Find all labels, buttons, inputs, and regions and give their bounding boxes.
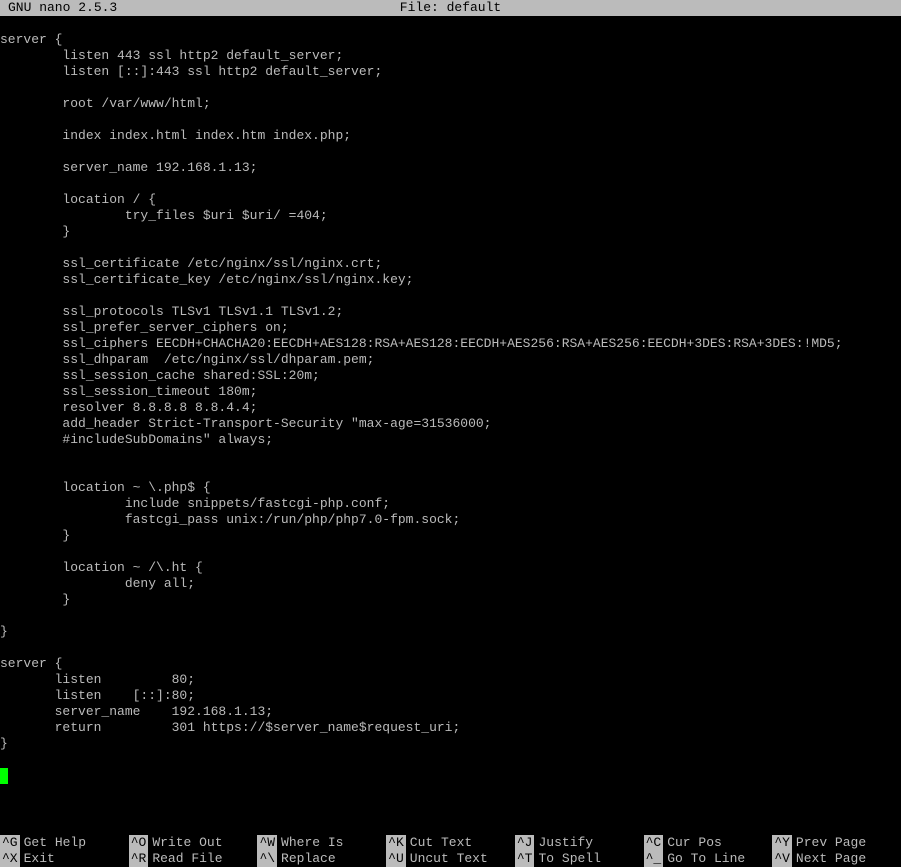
editor-line: server { <box>0 656 901 672</box>
cursor <box>0 768 8 784</box>
shortcut[interactable]: ^VNext Page <box>772 851 901 867</box>
shortcut[interactable]: ^_Go To Line <box>644 851 773 867</box>
editor-line: listen 443 ssl http2 default_server; <box>0 48 901 64</box>
shortcut[interactable]: ^JJustify <box>515 835 644 851</box>
editor-line: ssl_session_timeout 180m; <box>0 384 901 400</box>
editor-line: ssl_certificate /etc/nginx/ssl/nginx.crt… <box>0 256 901 272</box>
editor-line: #includeSubDomains" always; <box>0 432 901 448</box>
editor-line <box>0 608 901 624</box>
editor-line <box>0 112 901 128</box>
shortcut-key: ^_ <box>644 851 664 867</box>
editor-line: listen 80; <box>0 672 901 688</box>
app-name: GNU nano 2.5.3 <box>8 0 117 16</box>
shortcut[interactable]: ^CCur Pos <box>644 835 773 851</box>
editor-line: ssl_protocols TLSv1 TLSv1.1 TLSv1.2; <box>0 304 901 320</box>
editor-line <box>0 240 901 256</box>
shortcut-label: Exit <box>24 851 55 867</box>
shortcut-label: Uncut Text <box>410 851 488 867</box>
editor-line: return 301 https://$server_name$request_… <box>0 720 901 736</box>
footer: ^GGet Help^OWrite Out^WWhere Is^KCut Tex… <box>0 835 901 867</box>
shortcut-label: Justify <box>538 835 593 851</box>
shortcut-key: ^O <box>129 835 149 851</box>
editor-line <box>0 544 901 560</box>
titlebar: GNU nano 2.5.3 File: default <box>0 0 901 16</box>
shortcut-key: ^C <box>644 835 664 851</box>
editor-line: } <box>0 224 901 240</box>
shortcut[interactable]: ^YPrev Page <box>772 835 901 851</box>
shortcut-label: Get Help <box>24 835 86 851</box>
shortcut-label: Replace <box>281 851 336 867</box>
editor-line <box>0 144 901 160</box>
editor-line: location ~ \.php$ { <box>0 480 901 496</box>
shortcut[interactable]: ^XExit <box>0 851 129 867</box>
editor-line <box>0 448 901 464</box>
editor-line <box>0 640 901 656</box>
editor-line: location ~ /\.ht { <box>0 560 901 576</box>
shortcut-key: ^J <box>515 835 535 851</box>
shortcut-label: To Spell <box>538 851 600 867</box>
editor-line: add_header Strict-Transport-Security "ma… <box>0 416 901 432</box>
editor-line: root /var/www/html; <box>0 96 901 112</box>
editor-line <box>0 464 901 480</box>
editor-area[interactable]: server { listen 443 ssl http2 default_se… <box>0 16 901 835</box>
shortcut-key: ^G <box>0 835 20 851</box>
editor-line: } <box>0 736 901 752</box>
shortcut[interactable]: ^\Replace <box>257 851 386 867</box>
editor-line: ssl_ciphers EECDH+CHACHA20:EECDH+AES128:… <box>0 336 901 352</box>
shortcut[interactable]: ^OWrite Out <box>129 835 258 851</box>
editor-line: server_name 192.168.1.13; <box>0 704 901 720</box>
shortcut-label: Write Out <box>152 835 222 851</box>
editor-line: } <box>0 592 901 608</box>
editor-line: ssl_session_cache shared:SSL:20m; <box>0 368 901 384</box>
editor-line <box>0 80 901 96</box>
shortcut-label: Cut Text <box>410 835 472 851</box>
footer-row-2: ^XExit^RRead File^\Replace^UUncut Text^T… <box>0 851 901 867</box>
editor-line: location / { <box>0 192 901 208</box>
shortcut-label: Read File <box>152 851 222 867</box>
editor-line <box>0 752 901 768</box>
editor-line: resolver 8.8.8.8 8.8.4.4; <box>0 400 901 416</box>
editor-line: listen [::]:443 ssl http2 default_server… <box>0 64 901 80</box>
editor-line: } <box>0 528 901 544</box>
footer-row-1: ^GGet Help^OWrite Out^WWhere Is^KCut Tex… <box>0 835 901 851</box>
editor-line: deny all; <box>0 576 901 592</box>
editor-line <box>0 16 901 32</box>
editor-line: server_name 192.168.1.13; <box>0 160 901 176</box>
shortcut[interactable]: ^TTo Spell <box>515 851 644 867</box>
shortcut-label: Next Page <box>796 851 866 867</box>
cursor-line <box>0 768 901 784</box>
shortcut-key: ^T <box>515 851 535 867</box>
file-name: File: default <box>400 0 501 16</box>
editor-line: ssl_dhparam /etc/nginx/ssl/dhparam.pem; <box>0 352 901 368</box>
shortcut[interactable]: ^UUncut Text <box>386 851 515 867</box>
editor-line: index index.html index.htm index.php; <box>0 128 901 144</box>
editor-line: } <box>0 624 901 640</box>
shortcut-key: ^V <box>772 851 792 867</box>
editor-line: ssl_certificate_key /etc/nginx/ssl/nginx… <box>0 272 901 288</box>
editor-line: listen [::]:80; <box>0 688 901 704</box>
shortcut-label: Cur Pos <box>667 835 722 851</box>
shortcut-label: Go To Line <box>667 851 745 867</box>
shortcut-key: ^\ <box>257 851 277 867</box>
shortcut[interactable]: ^WWhere Is <box>257 835 386 851</box>
shortcut[interactable]: ^RRead File <box>129 851 258 867</box>
editor-line: include snippets/fastcgi-php.conf; <box>0 496 901 512</box>
editor-line: try_files $uri $uri/ =404; <box>0 208 901 224</box>
shortcut-key: ^K <box>386 835 406 851</box>
editor-line: fastcgi_pass unix:/run/php/php7.0-fpm.so… <box>0 512 901 528</box>
shortcut-key: ^U <box>386 851 406 867</box>
shortcut-label: Prev Page <box>796 835 866 851</box>
shortcut-key: ^W <box>257 835 277 851</box>
shortcut-label: Where Is <box>281 835 343 851</box>
editor-line <box>0 176 901 192</box>
shortcut-key: ^Y <box>772 835 792 851</box>
shortcut[interactable]: ^GGet Help <box>0 835 129 851</box>
editor-line <box>0 288 901 304</box>
editor-line: ssl_prefer_server_ciphers on; <box>0 320 901 336</box>
shortcut[interactable]: ^KCut Text <box>386 835 515 851</box>
shortcut-key: ^R <box>129 851 149 867</box>
editor-line: server { <box>0 32 901 48</box>
shortcut-key: ^X <box>0 851 20 867</box>
